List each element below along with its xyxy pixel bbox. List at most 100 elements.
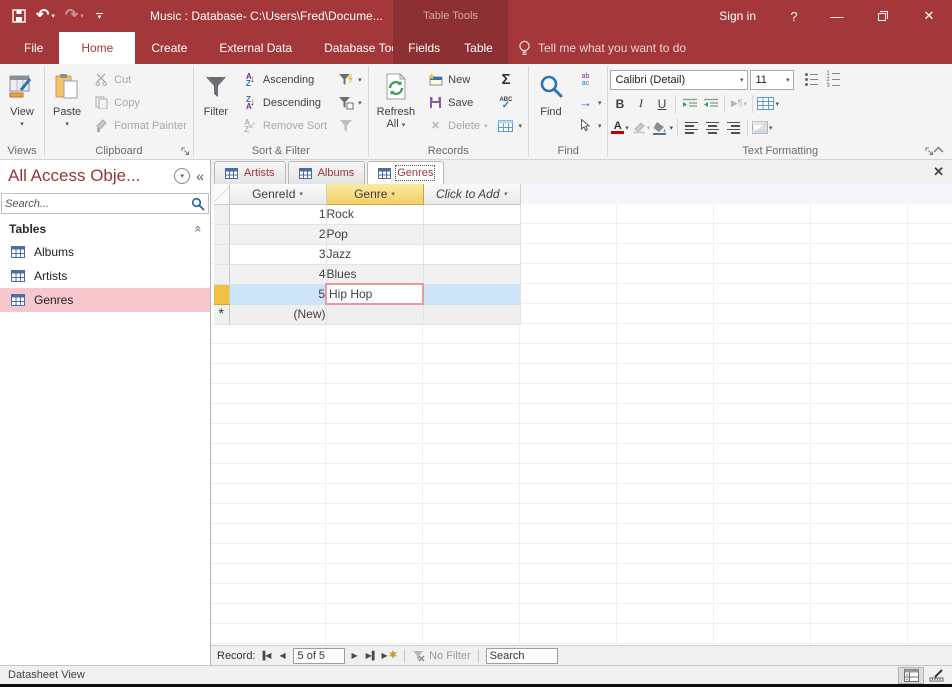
cut-button[interactable]: Cut [89, 68, 191, 91]
find-button[interactable]: Find [531, 68, 571, 140]
text-direction-button[interactable]: ▶¶ ▾ [729, 93, 748, 114]
cell-genreid[interactable]: 5 [229, 284, 327, 305]
tab-file[interactable]: File [8, 32, 59, 64]
bullets-button[interactable] [802, 69, 821, 90]
refresh-all-button[interactable]: Refresh All ▾ [371, 68, 422, 140]
row-selector[interactable] [214, 264, 230, 285]
doc-tab-albums[interactable]: Albums [287, 161, 366, 184]
column-dropdown-icon[interactable]: ▾ [299, 190, 303, 198]
cell-genreid[interactable]: 2 [229, 224, 327, 245]
cell-genre[interactable]: Blues [326, 264, 424, 285]
bold-button[interactable]: B [610, 93, 629, 114]
column-header-click-to-add[interactable]: Click to Add ▾ [423, 184, 521, 205]
row-selector[interactable] [214, 204, 230, 225]
spelling-button[interactable]: ABC ✓ [493, 91, 526, 114]
cell-empty[interactable] [423, 284, 521, 305]
cell-genre[interactable]: Rock [326, 204, 424, 225]
highlight-color-button[interactable]: ▾ [631, 117, 650, 138]
select-button[interactable]: ▾ [573, 114, 606, 137]
font-name-combo[interactable]: Calibri (Detail) ▾ [610, 69, 749, 90]
restore-button[interactable] [860, 0, 906, 32]
toggle-filter-button[interactable] [333, 114, 366, 137]
nav-pane-menu-button[interactable]: ▾ [174, 168, 191, 184]
cell-genreid[interactable]: 3 [229, 244, 327, 265]
datasheet-view-button[interactable] [898, 666, 924, 684]
align-center-button[interactable] [703, 117, 722, 138]
cell-genreid[interactable]: 4 [229, 264, 327, 285]
design-view-button[interactable] [924, 667, 950, 684]
tab-table[interactable]: Table [452, 32, 505, 64]
tell-me-box[interactable]: Tell me what you want to do [518, 32, 686, 64]
copy-button[interactable]: Copy [89, 91, 191, 114]
doc-tab-artists[interactable]: Artists [214, 161, 286, 184]
customize-qat-button[interactable]: ▾ [94, 12, 103, 21]
record-search-input[interactable] [486, 648, 557, 663]
sign-in-button[interactable]: Sign in [701, 0, 774, 32]
sidebar-item-albums[interactable]: Albums [0, 240, 210, 264]
save-record-button[interactable]: Save [423, 91, 491, 114]
last-record-button[interactable]: ▶▌ [365, 648, 379, 664]
totals-button[interactable]: Σ [493, 68, 526, 91]
descending-button[interactable]: Z A ↓ Descending [238, 91, 331, 114]
align-right-button[interactable] [724, 117, 743, 138]
column-header-genreid[interactable]: GenreId ▾ [229, 184, 327, 205]
nav-search-input[interactable] [5, 197, 191, 210]
record-position-box[interactable]: 5 of 5 [292, 647, 345, 664]
active-cell-genre[interactable]: Hip Hop [325, 283, 424, 305]
tab-external-data[interactable]: External Data [203, 32, 308, 64]
delete-record-button[interactable]: ✕ Delete ▾ [423, 114, 491, 137]
cell-empty[interactable] [423, 264, 521, 285]
help-button[interactable]: ? [774, 0, 814, 32]
filter-button[interactable]: Filter [196, 68, 236, 140]
close-button[interactable]: ✕ [906, 0, 952, 32]
sidebar-item-genres[interactable]: Genres [0, 288, 210, 312]
numbering-button[interactable]: 123 [823, 69, 842, 90]
nav-pane-collapse-button[interactable]: « [196, 168, 204, 184]
column-header-genre[interactable]: Genre ▾ [326, 184, 424, 205]
current-record-selector[interactable] [214, 284, 230, 305]
filter-status-button[interactable]: No Filter [412, 650, 471, 662]
replace-button[interactable]: ab ac [573, 68, 606, 91]
collapse-section-icon[interactable]: « [192, 226, 206, 233]
column-dropdown-icon[interactable]: ▾ [504, 190, 508, 198]
sidebar-item-artists[interactable]: Artists [0, 264, 210, 288]
cell-genreid[interactable]: 1 [229, 204, 327, 225]
cell-genre[interactable]: Pop [326, 224, 424, 245]
close-document-icon[interactable]: ✕ [933, 164, 944, 180]
row-selector[interactable] [214, 224, 230, 245]
cell-genre[interactable]: Jazz [326, 244, 424, 265]
goto-button[interactable]: → ▾ [573, 91, 606, 114]
decrease-indent-button[interactable] [701, 93, 720, 114]
clipboard-dialog-launcher[interactable] [181, 147, 190, 156]
row-selector[interactable] [214, 244, 230, 265]
column-dropdown-icon[interactable]: ▾ [391, 190, 395, 198]
more-records-button[interactable]: ▾ [493, 114, 526, 137]
font-color-button[interactable]: A ▾ [610, 117, 629, 138]
tab-create[interactable]: Create [135, 32, 203, 64]
doc-tab-genres[interactable]: Genres [367, 161, 445, 184]
cell-empty[interactable] [423, 244, 521, 265]
tab-fields[interactable]: Fields [396, 32, 452, 64]
cell-empty[interactable] [423, 304, 521, 325]
alternate-row-color-button[interactable]: ▾ [752, 117, 773, 138]
cell-empty[interactable] [423, 224, 521, 245]
align-left-button[interactable] [682, 117, 701, 138]
view-button[interactable]: View ▾ [2, 68, 42, 140]
next-record-button[interactable]: ▶ [348, 648, 362, 664]
paste-button[interactable]: Paste ▾ [47, 68, 87, 140]
nav-search-icon[interactable] [191, 197, 205, 211]
cell-empty[interactable] [326, 304, 424, 325]
collapse-ribbon-button[interactable] [933, 146, 944, 153]
previous-record-button[interactable]: ◀ [276, 648, 290, 664]
tables-section-header[interactable]: Tables « [0, 218, 210, 240]
font-size-combo[interactable]: 11 ▾ [750, 69, 795, 90]
select-all-corner[interactable] [214, 184, 230, 205]
selection-button[interactable]: ▾ [333, 68, 366, 91]
gridlines-button[interactable]: ▾ [757, 93, 779, 114]
redo-button[interactable]: ↷ ▾ [65, 8, 84, 24]
cell-new[interactable]: (New) [229, 304, 327, 325]
advanced-filter-button[interactable]: ▾ [333, 91, 366, 114]
remove-sort-button[interactable]: A Z ↙ Remove Sort [238, 114, 331, 137]
tab-home[interactable]: Home [59, 32, 136, 64]
minimize-button[interactable]: — [814, 0, 860, 32]
